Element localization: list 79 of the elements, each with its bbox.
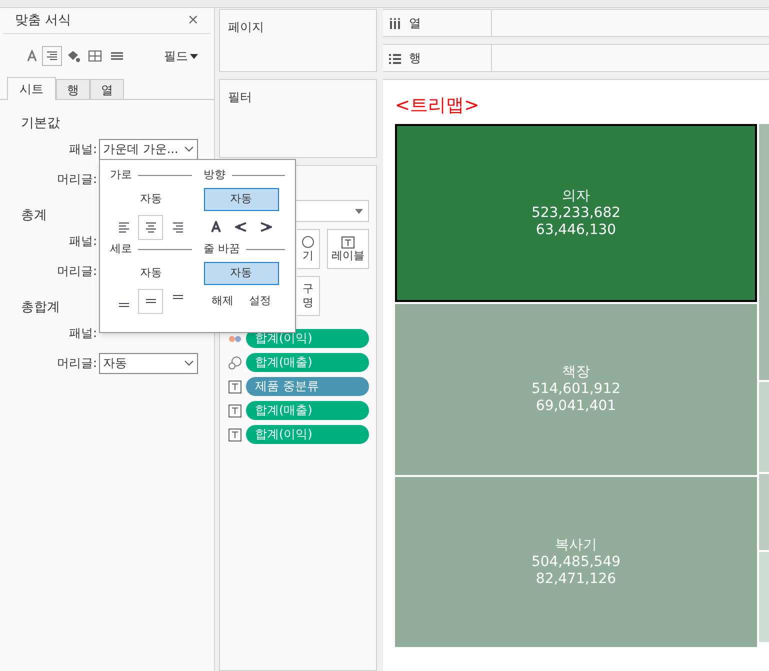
value-text: 자동 <box>140 264 162 281</box>
view-title: <트리맵> <box>395 94 480 118</box>
caret-icon <box>190 54 198 58</box>
align-middle-button[interactable] <box>138 288 164 314</box>
close-button[interactable]: × <box>187 10 199 31</box>
text-icon <box>340 236 355 248</box>
tile-value: 63,446,130 <box>536 222 616 238</box>
group-title: 방향 <box>204 166 226 183</box>
tile-value: 523,233,682 <box>531 204 621 222</box>
chevron-icon <box>184 360 194 366</box>
circle-icon <box>300 236 315 248</box>
text-rotated-up-icon <box>235 221 248 233</box>
align-right-icon <box>172 222 184 232</box>
treemap-tile[interactable] <box>759 124 769 380</box>
section-title: 총합계 <box>21 300 60 315</box>
treemap-tile[interactable]: 의자 523,233,682 63,446,130 <box>395 124 757 302</box>
marks-button[interactable]: 구 명 <box>297 276 320 316</box>
auto-button[interactable]: 자동 <box>204 188 278 210</box>
shelf-title: 필터 <box>228 89 253 106</box>
pane-title: 맞춤 서식 <box>15 12 72 30</box>
tile-label: 의자 <box>562 188 590 204</box>
field-label: 패널: <box>68 325 97 342</box>
align-center-button[interactable] <box>138 214 164 240</box>
field-label: 머리글: <box>56 263 97 280</box>
align-middle-icon <box>144 299 157 303</box>
shelf-title: 열 <box>409 15 421 32</box>
field-label: 패널: <box>68 141 97 158</box>
field-menu[interactable]: 필드 <box>164 47 198 65</box>
section-title: 총계 <box>21 208 47 223</box>
field-label: 머리글: <box>56 171 97 188</box>
auto-button[interactable]: 자동 <box>204 262 278 284</box>
treemap-tile[interactable] <box>759 382 769 472</box>
marks-button[interactable]: 레이블 <box>326 229 369 269</box>
tab[interactable]: 시트 <box>7 77 56 100</box>
section-title: 기본값 <box>21 116 60 131</box>
tile-label: 책장 <box>562 364 590 381</box>
borders-icon <box>88 50 102 62</box>
rows-icon <box>389 52 401 64</box>
text-rotated-down-icon <box>260 221 272 233</box>
align-center-icon <box>144 222 157 232</box>
lines-icon <box>110 50 124 62</box>
group-title: 세로 <box>110 240 132 257</box>
shelf-title: 행 <box>409 50 421 67</box>
wrap-option[interactable]: 설정 <box>249 292 272 310</box>
field-label: 패널: <box>68 233 97 250</box>
value-text: 자동 <box>140 190 162 207</box>
font-icon <box>26 50 38 62</box>
paint-bucket-icon <box>66 49 80 63</box>
caret-icon <box>355 208 363 214</box>
tile-label: 복사기 <box>554 536 597 554</box>
treemap-tile[interactable] <box>759 552 769 642</box>
group-title: 줄 바꿈 <box>204 240 240 257</box>
treemap-tile[interactable] <box>759 474 769 550</box>
tile-value: 69,041,401 <box>536 398 616 415</box>
text-icon <box>228 428 242 442</box>
group-title: 가로 <box>110 166 132 183</box>
dropdown[interactable]: 자동 <box>99 352 198 374</box>
field-label: 머리글: <box>56 355 97 372</box>
text-icon <box>228 404 242 418</box>
alignment-button[interactable] <box>42 46 62 66</box>
tab[interactable]: 열 <box>90 79 124 99</box>
tile-value: 82,471,126 <box>536 570 616 588</box>
wrap-option[interactable]: 해제 <box>211 292 234 310</box>
color-dots-icon <box>228 334 242 342</box>
dropdown[interactable]: 가운데 가운... <box>99 138 198 160</box>
align-bottom-icon <box>118 303 130 307</box>
text-icon <box>228 380 242 394</box>
chevron-icon <box>184 146 194 152</box>
align-left-icon <box>118 222 130 232</box>
circles-icon <box>228 356 242 370</box>
align-top-icon <box>172 295 184 299</box>
tile-value: 514,601,912 <box>531 381 621 398</box>
align-right-icon <box>46 51 58 61</box>
shelf-title: 페이지 <box>228 19 265 36</box>
tile-value: 504,485,549 <box>531 554 621 570</box>
tab[interactable]: 행 <box>56 79 90 99</box>
text-upright-icon <box>210 221 222 233</box>
columns-icon <box>389 18 401 28</box>
marks-button[interactable]: 기 <box>297 229 320 269</box>
